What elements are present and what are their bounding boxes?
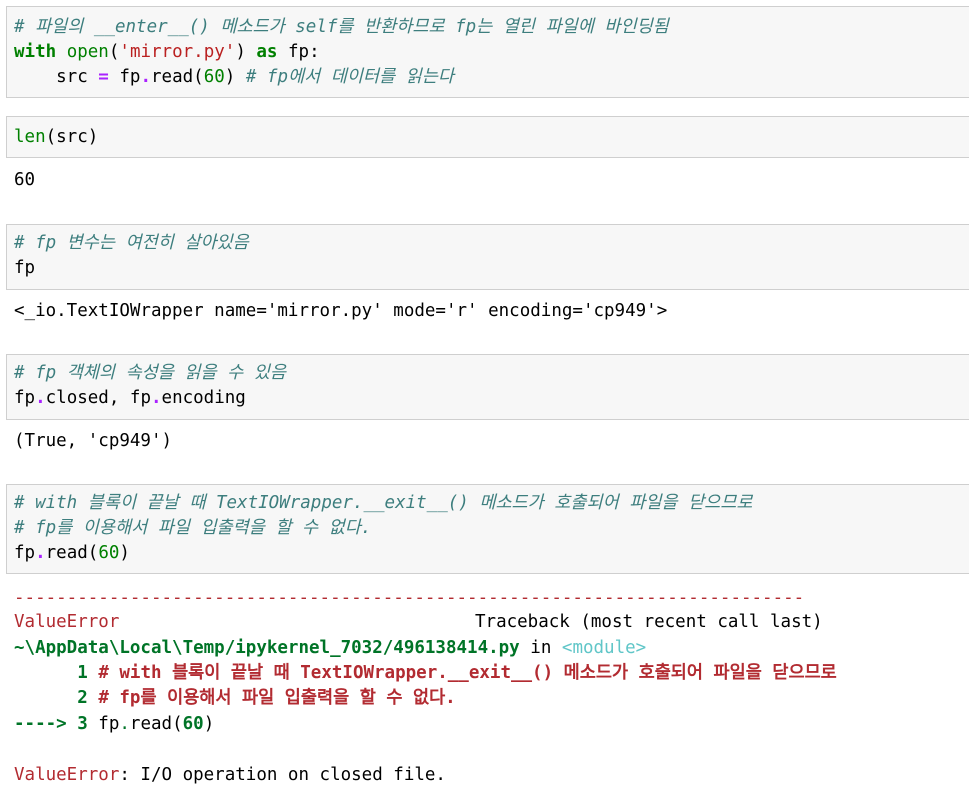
- cell-output: 60: [14, 170, 36, 190]
- code-cell-2[interactable]: len(src): [6, 116, 969, 158]
- code-line: len(src): [14, 127, 99, 147]
- code-line: # fp 객체의 속성을 읽을 수 있음: [14, 363, 286, 383]
- code-cell-4[interactable]: # fp 객체의 속성을 읽을 수 있음 fp.closed, fp.encod…: [6, 354, 969, 420]
- code-line: # with 블록이 끝날 때 TextIOWrapper.__exit__()…: [14, 493, 753, 513]
- traceback-error-message: ValueError: I/O operation on closed file…: [14, 765, 446, 785]
- code-line: # 파일의 __enter__() 메소드가 self를 반환하므로 fp는 열…: [14, 17, 669, 37]
- code-cell-3[interactable]: # fp 변수는 여전히 살아있음 fp: [6, 224, 969, 290]
- code-cell-1[interactable]: # 파일의 __enter__() 메소드가 self를 반환하므로 fp는 열…: [6, 6, 969, 98]
- cell-output: (True, 'cp949'): [14, 431, 173, 451]
- code-line: fp: [14, 258, 36, 278]
- module-name: <module>: [561, 638, 647, 658]
- traceback-current-line: ----> 3 fp.read(60): [14, 714, 215, 734]
- traceback-separator: ----------------------------------------…: [14, 588, 805, 608]
- code-line: # fp를 이용해서 파일 입출력을 할 수 없다.: [14, 518, 372, 538]
- cell-output: <_io.TextIOWrapper name='mirror.py' mode…: [14, 301, 668, 321]
- code-line: # fp 변수는 여전히 살아있음: [14, 233, 249, 253]
- traceback-header: ValueError Traceback (most recent call la…: [14, 610, 823, 635]
- error-name: ValueError: [14, 612, 120, 632]
- traceback-location: ~\AppData\Local\Temp/ipykernel_7032/4961…: [14, 638, 647, 658]
- traceback-line: 1 # with 블록이 끝날 때 TextIOWrapper.__exit__…: [77, 663, 837, 683]
- code-line: fp.read(60): [14, 543, 130, 563]
- code-cell-5[interactable]: # with 블록이 끝날 때 TextIOWrapper.__exit__()…: [6, 484, 969, 574]
- code-line: src = fp.read(60) # fp에서 데이터를 읽는다: [14, 67, 454, 87]
- file-path: ~\AppData\Local\Temp/ipykernel_7032/4961…: [14, 638, 520, 658]
- traceback-line: 2 # fp를 이용해서 파일 입출력을 할 수 없다.: [77, 688, 456, 708]
- traceback-title: Traceback (most recent call last): [475, 612, 823, 632]
- code-line: fp.closed, fp.encoding: [14, 388, 246, 408]
- code-line: with open('mirror.py') as fp:: [14, 42, 320, 62]
